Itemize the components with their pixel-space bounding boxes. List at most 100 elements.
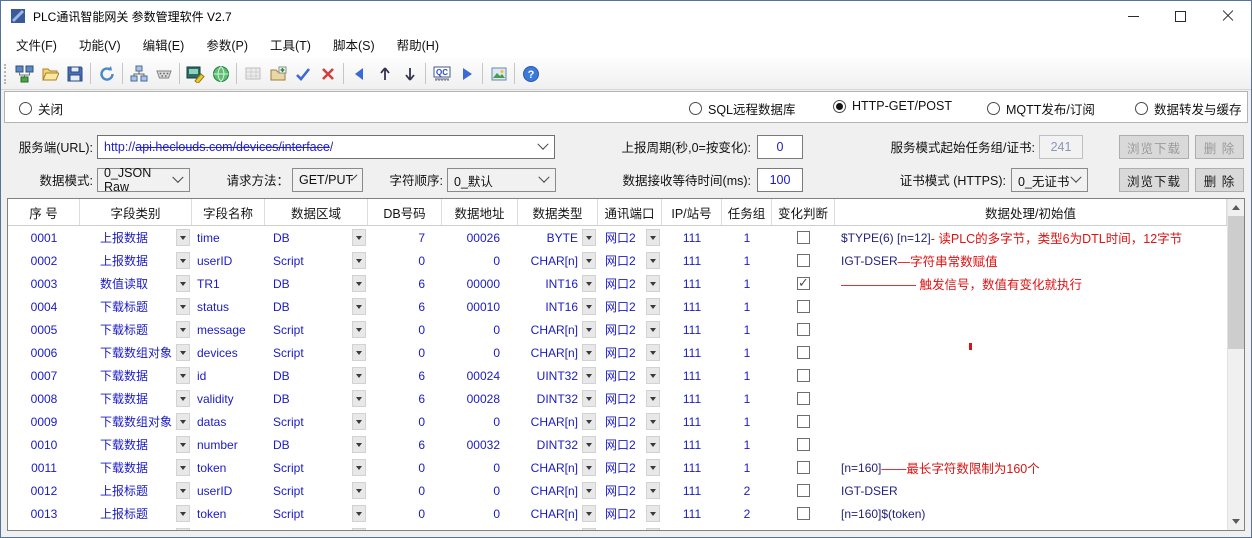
- image-view-icon[interactable]: [486, 61, 511, 87]
- table-row[interactable]: 0011下载数据tokenScript00CHAR[n]网口21111[n=16…: [8, 456, 1227, 479]
- change-checkbox[interactable]: [797, 438, 810, 451]
- dropdown-button[interactable]: [176, 275, 190, 292]
- dropdown-button[interactable]: [352, 413, 366, 430]
- dropdown-button[interactable]: [646, 275, 660, 292]
- menu-item-script[interactable]: 脚本(S): [322, 31, 386, 58]
- vertical-scrollbar[interactable]: [1227, 199, 1244, 530]
- table-row[interactable]: 0008下载数据validityDB600028DINT32网口21111: [8, 387, 1227, 410]
- dropdown-button[interactable]: [176, 390, 190, 407]
- start-group-input[interactable]: 241: [1039, 135, 1083, 159]
- dropdown-button[interactable]: [646, 505, 660, 522]
- move-down-icon[interactable]: [397, 61, 422, 87]
- radio-icon[interactable]: [689, 102, 702, 115]
- menu-item-function[interactable]: 功能(V): [68, 31, 132, 58]
- change-checkbox[interactable]: [797, 461, 810, 474]
- dropdown-button[interactable]: [176, 298, 190, 315]
- plc-edit-icon[interactable]: [183, 61, 208, 87]
- dropdown-button[interactable]: [176, 229, 190, 246]
- dropdown-button[interactable]: [646, 321, 660, 338]
- table-row[interactable]: 0010下载数据numberDB600032DINT32网口21111: [8, 433, 1227, 456]
- menu-item-tools[interactable]: 工具(T): [259, 31, 322, 58]
- dropdown-button[interactable]: [582, 252, 596, 269]
- refresh-icon[interactable]: [94, 61, 119, 87]
- dropdown-button[interactable]: [176, 413, 190, 430]
- change-checkbox[interactable]: [797, 323, 810, 336]
- dropdown-button[interactable]: [176, 367, 190, 384]
- dropdown-button[interactable]: [176, 252, 190, 269]
- grid-disabled-icon[interactable]: [240, 61, 265, 87]
- close-button[interactable]: [1204, 1, 1251, 31]
- dropdown-button[interactable]: [582, 505, 596, 522]
- dropdown-button[interactable]: [582, 436, 596, 453]
- dropdown-button[interactable]: [352, 275, 366, 292]
- menu-item-file[interactable]: 文件(F): [5, 31, 68, 58]
- dropdown-button[interactable]: [352, 528, 366, 530]
- table-row[interactable]: 0006下载数组对象devicesScript00CHAR[n]网口21111: [8, 341, 1227, 364]
- radio-icon[interactable]: [19, 102, 32, 115]
- minimize-button[interactable]: [1110, 1, 1157, 31]
- radio-icon[interactable]: [1135, 102, 1148, 115]
- table-row[interactable]: 0012上报标题userIDScript00CHAR[n]网口21112IGT-…: [8, 479, 1227, 502]
- mode-option-close[interactable]: 关闭: [19, 99, 63, 118]
- apply-check-icon[interactable]: [290, 61, 315, 87]
- change-checkbox[interactable]: [797, 277, 810, 290]
- dropdown-button[interactable]: [352, 321, 366, 338]
- change-checkbox[interactable]: [797, 415, 810, 428]
- table-row[interactable]: 0009下载数组对象datasScript00CHAR[n]网口21111: [8, 410, 1227, 433]
- dropdown-button[interactable]: [582, 298, 596, 315]
- menu-item-help[interactable]: 帮助(H): [386, 31, 450, 58]
- mode-option-data-forward-cache[interactable]: 数据转发与缓存: [1135, 99, 1242, 118]
- dropdown-button[interactable]: [646, 459, 660, 476]
- dropdown-button[interactable]: [176, 528, 190, 530]
- dropdown-button[interactable]: [176, 482, 190, 499]
- help-icon[interactable]: ?: [518, 61, 543, 87]
- dropdown-button[interactable]: [176, 321, 190, 338]
- menu-item-edit[interactable]: 编辑(E): [132, 31, 196, 58]
- dropdown-button[interactable]: [646, 344, 660, 361]
- dropdown-button[interactable]: [352, 436, 366, 453]
- radio-icon[interactable]: [833, 100, 846, 113]
- dropdown-button[interactable]: [646, 367, 660, 384]
- delete-https-cert-button[interactable]: 删 除: [1195, 168, 1244, 192]
- serial-port-icon[interactable]: [151, 61, 176, 87]
- browse-download-cert-button[interactable]: 浏览下载: [1119, 135, 1189, 159]
- dropdown-button[interactable]: [582, 482, 596, 499]
- scroll-up-button[interactable]: [1228, 199, 1244, 216]
- dropdown-button[interactable]: [582, 413, 596, 430]
- dropdown-button[interactable]: [352, 344, 366, 361]
- change-checkbox[interactable]: [797, 484, 810, 497]
- dropdown-button[interactable]: [646, 298, 660, 315]
- dropdown-button[interactable]: [582, 528, 596, 530]
- dropdown-button[interactable]: [646, 482, 660, 499]
- change-checkbox[interactable]: [797, 300, 810, 313]
- dropdown-button[interactable]: [582, 275, 596, 292]
- dropdown-button[interactable]: [646, 229, 660, 246]
- table-row[interactable]: 0004下载标题statusDB600010INT16网口21111: [8, 295, 1227, 318]
- url-combobox[interactable]: http://api.heclouds.com/devices/interfac…: [97, 135, 555, 159]
- table-row[interactable]: 0005下载标题messageScript00CHAR[n]网口21111: [8, 318, 1227, 341]
- dropdown-button[interactable]: [352, 367, 366, 384]
- move-up-icon[interactable]: [372, 61, 397, 87]
- import-folder-icon[interactable]: [265, 61, 290, 87]
- scrollbar-track[interactable]: [1228, 349, 1244, 513]
- dropdown-button[interactable]: [352, 482, 366, 499]
- dropdown-button[interactable]: [352, 390, 366, 407]
- delete-cert-button[interactable]: 删 除: [1195, 135, 1244, 159]
- change-checkbox[interactable]: [797, 369, 810, 382]
- scroll-down-button[interactable]: [1228, 513, 1244, 530]
- dropdown-button[interactable]: [352, 459, 366, 476]
- dropdown-button[interactable]: [582, 459, 596, 476]
- run-icon[interactable]: [454, 61, 479, 87]
- table-row[interactable]: 0001上报数据timeDB700026BYTE网口21111$TYPE(6) …: [8, 226, 1227, 249]
- dropdown-button[interactable]: [176, 459, 190, 476]
- recv-wait-input[interactable]: 100: [757, 168, 803, 192]
- dropdown-button[interactable]: [352, 505, 366, 522]
- dropdown-button[interactable]: [582, 367, 596, 384]
- menu-item-parameter[interactable]: 参数(P): [195, 31, 259, 58]
- dropdown-button[interactable]: [176, 436, 190, 453]
- cert-mode-combobox[interactable]: 0_无证书: [1011, 168, 1088, 192]
- move-left-icon[interactable]: [347, 61, 372, 87]
- change-checkbox[interactable]: [797, 507, 810, 520]
- radio-icon[interactable]: [987, 102, 1000, 115]
- cancel-cross-icon[interactable]: [315, 61, 340, 87]
